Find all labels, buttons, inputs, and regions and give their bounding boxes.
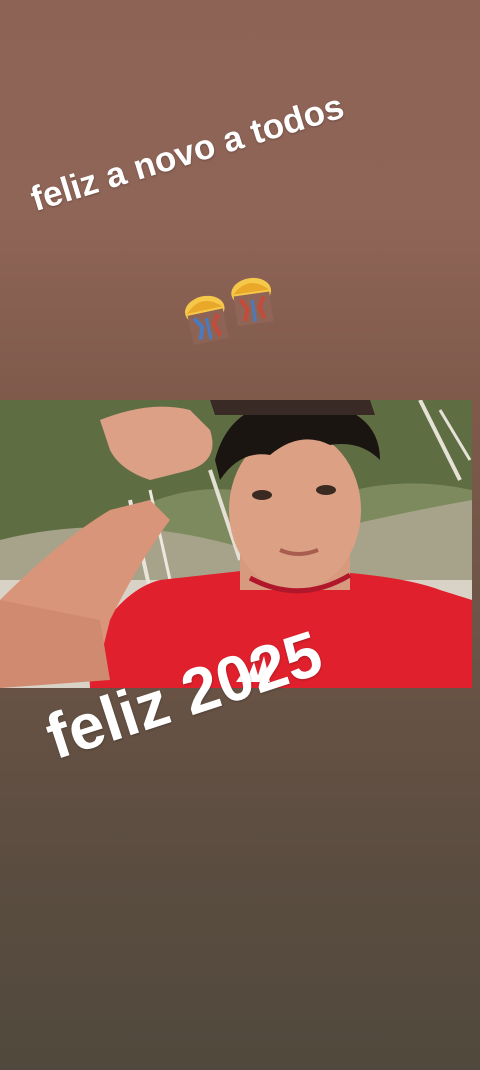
worried-face-with-sweat-icon xyxy=(184,295,230,346)
story-canvas: feliz a novo a todos feliz 2025 xyxy=(0,0,480,1070)
caption-top-text: feliz a novo a todos xyxy=(26,86,349,220)
worried-face-with-sweat-icon xyxy=(231,277,274,327)
